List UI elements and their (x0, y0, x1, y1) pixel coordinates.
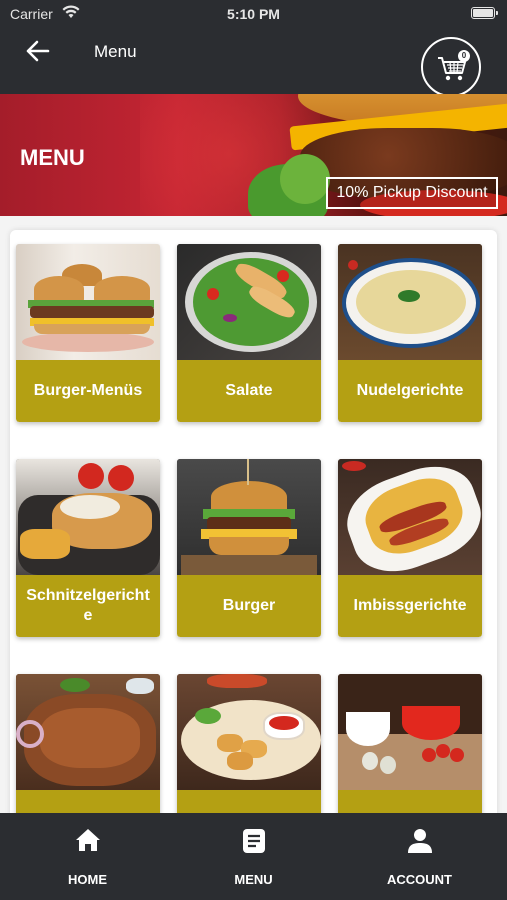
cart-button[interactable]: 0 (421, 37, 481, 97)
category-card-salads[interactable]: Salate (177, 244, 321, 422)
category-card-sauces[interactable] (338, 674, 482, 813)
tab-account[interactable]: ACCOUNT (335, 813, 504, 900)
status-bar: Carrier 5:10 PM (0, 0, 507, 28)
battery-icon (471, 7, 498, 19)
menu-icon (243, 829, 265, 853)
status-time: 5:10 PM (227, 6, 280, 22)
schnitzel-image (16, 459, 160, 575)
nuggets-image (177, 674, 321, 790)
category-card-pasta[interactable]: Nudelgerichte (338, 244, 482, 422)
gyros-image (16, 674, 160, 790)
back-button[interactable] (26, 40, 54, 64)
pasta-image (338, 244, 482, 360)
category-label: Burger (177, 575, 321, 637)
category-card-nuggets[interactable] (177, 674, 321, 813)
tab-label: HOME (68, 872, 107, 887)
tab-label: MENU (234, 872, 273, 887)
category-label: Burger-Menüs (16, 360, 160, 422)
category-label (16, 790, 160, 813)
category-label: Nudelgerichte (338, 360, 482, 422)
arrow-left-icon (26, 40, 50, 62)
account-icon (408, 829, 432, 853)
banner-title: MENU (20, 145, 85, 170)
menu-banner: MENU 10% Pickup Discount (0, 94, 507, 216)
category-label (338, 790, 482, 813)
burger-image (177, 459, 321, 575)
category-card-gyros[interactable] (16, 674, 160, 813)
category-list: Burger-Menüs Salate Nudelgerichte Schnit… (0, 216, 507, 813)
category-card-snacks[interactable]: Imbissgerichte (338, 459, 482, 637)
category-card-schnitzel[interactable]: Schnitzelgericht e (16, 459, 160, 637)
category-card-burger-menus[interactable]: Burger-Menüs (16, 244, 160, 422)
tab-menu[interactable]: MENU (169, 813, 338, 900)
tab-label: ACCOUNT (387, 872, 452, 887)
nav-title: Menu (94, 42, 137, 61)
burger-menus-image (16, 244, 160, 360)
salad-image (177, 244, 321, 360)
sauces-image (338, 674, 482, 790)
category-label: Schnitzelgericht e (16, 575, 160, 637)
pickup-discount-badge: 10% Pickup Discount (326, 177, 498, 209)
category-label: Salate (177, 360, 321, 422)
category-card-burger[interactable]: Burger (177, 459, 321, 637)
category-label (177, 790, 321, 813)
home-icon (76, 829, 100, 851)
tab-bar: HOME MENU ACCOUNT (0, 813, 507, 900)
snacks-image (338, 459, 482, 575)
nav-bar: Menu 0 (0, 28, 507, 97)
tab-home[interactable]: HOME (3, 813, 172, 900)
cart-count-badge: 0 (458, 50, 470, 62)
category-label: Imbissgerichte (338, 575, 482, 637)
